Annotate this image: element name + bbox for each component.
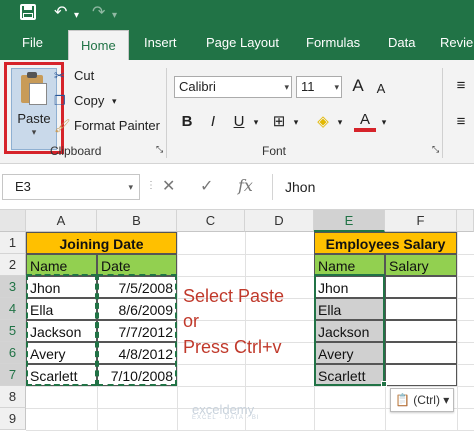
row-header-1[interactable]: 1	[0, 232, 26, 254]
cut-button[interactable]: Cut	[74, 66, 94, 86]
salary-column-header[interactable]: Salary	[385, 254, 457, 276]
row-header-2[interactable]: 2	[0, 254, 26, 276]
paste-label: Paste	[17, 111, 51, 126]
italic-button[interactable]: I	[202, 110, 224, 134]
tab-home[interactable]: Home	[68, 30, 129, 60]
name-column-header[interactable]: Name	[26, 254, 97, 276]
formula-bar: E3 ▾ ⋮ ✕ ✓ fx Jhon	[0, 164, 474, 210]
paste-dropdown-icon[interactable]: ▾	[12, 127, 56, 138]
employees-salary-header[interactable]: Employees Salary	[314, 232, 457, 254]
row-header-7[interactable]: 7	[0, 364, 26, 386]
copy-dropdown-icon[interactable]: ▾	[112, 91, 117, 111]
table-cell[interactable]	[385, 342, 457, 364]
column-header-c[interactable]: C	[177, 210, 245, 232]
name-column-header[interactable]: Name	[314, 254, 385, 276]
format-painter-button[interactable]: Format Painter	[74, 116, 160, 136]
column-header-d[interactable]: D	[245, 210, 314, 232]
copy-icon: ❐	[54, 93, 66, 108]
clipboard-group-label: Clipboard	[50, 144, 102, 158]
paste-icon	[21, 72, 47, 105]
enter-icon[interactable]: ✓	[200, 176, 213, 196]
fill-handle[interactable]	[381, 381, 387, 387]
underline-dropdown-icon[interactable]: ▾	[250, 110, 262, 134]
fill-color-dropdown-icon[interactable]: ▾	[334, 110, 346, 134]
column-header-g[interactable]	[457, 210, 474, 232]
clipboard-launcher-icon[interactable]: ⤡	[156, 144, 163, 155]
watermark-logo: exceldemy EXCEL · DATA · BI	[192, 402, 260, 421]
table-cell[interactable]	[385, 276, 457, 298]
more-icon: ⋮	[146, 180, 156, 191]
ribbon-separator	[442, 68, 443, 158]
format-painter-icon: 🖌	[54, 118, 71, 133]
column-header-a[interactable]: A	[26, 210, 97, 232]
joining-date-header[interactable]: Joining Date	[26, 232, 177, 254]
bold-button[interactable]: B	[176, 110, 198, 134]
row-header-5[interactable]: 5	[0, 320, 26, 342]
borders-dropdown-icon[interactable]: ▾	[290, 110, 302, 134]
tab-data[interactable]: Data	[376, 26, 427, 60]
row-header-4[interactable]: 4	[0, 298, 26, 320]
copy-button[interactable]: Copy	[74, 91, 104, 111]
font-color-button[interactable]: A	[354, 110, 376, 132]
font-size-select[interactable]: 11 ▾	[296, 76, 342, 98]
font-launcher-icon[interactable]: ⤡	[432, 144, 439, 155]
chevron-down-icon: ▾	[334, 82, 339, 92]
clipboard-icon: 📋	[395, 393, 410, 407]
chevron-down-icon: ▾	[284, 82, 289, 92]
font-color-dropdown-icon[interactable]: ▾	[378, 110, 390, 134]
align-top-icon[interactable]: ≡	[452, 74, 470, 98]
redo-dropdown-icon[interactable]: ▾	[112, 6, 117, 26]
paste-button[interactable]: Paste ▾	[11, 68, 57, 150]
instruction-text: Press Ctrl+v	[183, 337, 282, 357]
insert-function-icon[interactable]: fx	[238, 176, 253, 195]
table-cell[interactable]	[385, 320, 457, 342]
copy-marquee	[26, 274, 97, 386]
chevron-down-icon: ▾	[128, 182, 133, 192]
tab-file[interactable]: File	[10, 26, 55, 60]
ribbon-separator	[166, 68, 167, 158]
ribbon-tabs: File Home Insert Page Layout Formulas Da…	[0, 26, 474, 60]
table-cell[interactable]	[385, 298, 457, 320]
select-all-corner[interactable]	[0, 210, 26, 232]
scissors-icon: ✂	[54, 68, 65, 83]
cancel-icon[interactable]: ✕	[162, 176, 175, 196]
copy-marquee	[97, 274, 177, 386]
fill-color-icon[interactable]: ◈	[312, 110, 334, 134]
ribbon: Paste ▾ ✂ Cut ❐ Copy ▾ 🖌 Format Painter …	[0, 60, 474, 164]
column-header-e[interactable]: E	[314, 210, 385, 232]
row-header-3[interactable]: 3	[0, 276, 26, 298]
align-left-icon[interactable]: ≡	[452, 110, 470, 134]
formula-input[interactable]: Jhon	[272, 174, 474, 200]
tab-formulas[interactable]: Formulas	[294, 26, 372, 60]
selection-border	[314, 274, 385, 386]
redo-icon[interactable]: ↷	[92, 3, 105, 23]
row-header-6[interactable]: 6	[0, 342, 26, 364]
borders-icon[interactable]: ⊞	[268, 110, 290, 134]
tab-page-layout[interactable]: Page Layout	[194, 26, 291, 60]
undo-icon[interactable]: ↶	[54, 3, 67, 23]
row-header-8[interactable]: 8	[0, 386, 26, 408]
underline-button[interactable]: U	[228, 110, 250, 134]
row-header-9[interactable]: 9	[0, 408, 26, 430]
shrink-font-button[interactable]: A	[372, 77, 390, 101]
table-cell[interactable]	[385, 364, 457, 386]
name-box[interactable]: E3 ▾	[2, 174, 140, 200]
save-icon[interactable]	[20, 4, 38, 22]
paste-options-button[interactable]: 📋 (Ctrl) ▾	[390, 388, 454, 412]
font-name-select[interactable]: Calibri ▾	[174, 76, 292, 98]
instruction-text: Select Paste	[183, 286, 285, 306]
date-column-header[interactable]: Date	[97, 254, 177, 276]
font-group-label: Font	[262, 144, 287, 158]
grow-font-button[interactable]: A	[348, 74, 368, 98]
column-header-b[interactable]: B	[97, 210, 177, 232]
tab-insert[interactable]: Insert	[132, 26, 189, 60]
instruction-text: or	[183, 311, 200, 331]
column-header-f[interactable]: F	[385, 210, 457, 232]
title-bar: ↶ ▾ ↷ ▾	[0, 0, 474, 26]
undo-dropdown-icon[interactable]: ▾	[74, 6, 79, 26]
tab-review[interactable]: Revie	[428, 26, 474, 60]
